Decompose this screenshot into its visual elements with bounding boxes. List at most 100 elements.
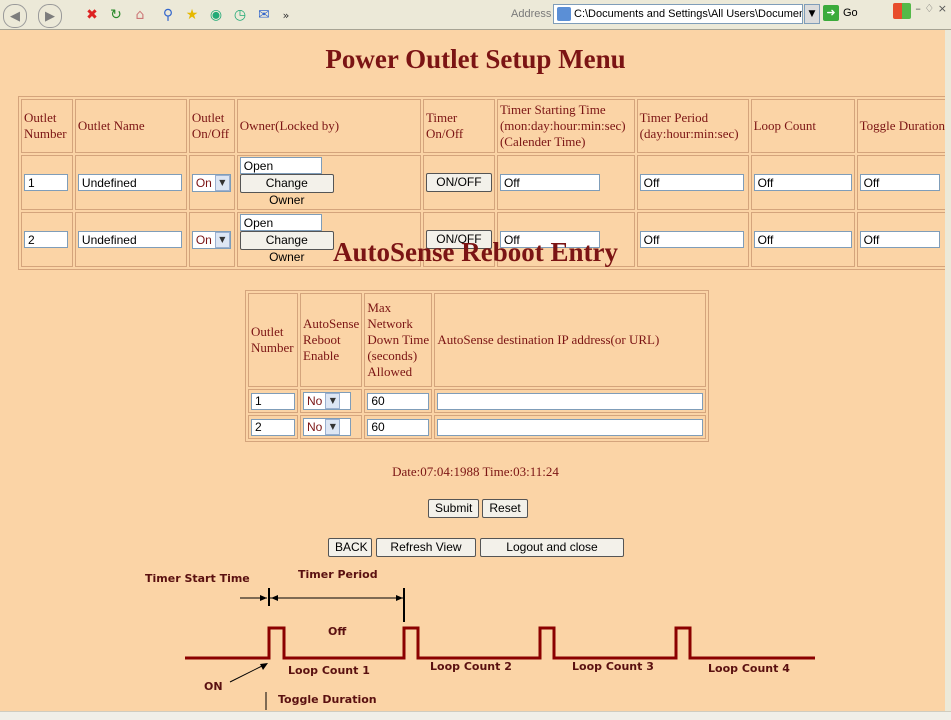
header-outlet-number: Outlet Number xyxy=(248,293,298,387)
outlet-onoff-select[interactable]: On ▼ xyxy=(191,173,231,192)
loop-count-1-label: Loop Count 1 xyxy=(288,664,370,677)
header-max-down-time: Max Network Down Time (seconds) Allowed xyxy=(364,293,433,387)
cell-toggle xyxy=(856,155,948,210)
max-down-time-field[interactable] xyxy=(367,392,430,410)
go-button[interactable]: ➜ Go xyxy=(823,5,858,21)
go-arrow-icon: ➜ xyxy=(823,5,839,21)
loop-count-field[interactable] xyxy=(753,174,852,191)
header-timer-start: Timer Starting Time (mon:day:hour:min:se… xyxy=(496,99,635,153)
media-icon[interactable]: ◉ xyxy=(206,5,226,25)
reset-button[interactable]: Reset xyxy=(482,499,528,518)
header-destination-ip: AutoSense destination IP address(or URL) xyxy=(434,293,707,387)
toolbar-chevron-icon[interactable]: » xyxy=(276,5,296,25)
cell-owner: Change Owner xyxy=(236,155,421,210)
favorites-star-icon[interactable]: ★ xyxy=(182,5,202,25)
cell-dest xyxy=(434,389,707,413)
owner-field[interactable] xyxy=(239,157,322,174)
back-button[interactable]: BACK xyxy=(328,538,372,557)
go-label: Go xyxy=(843,7,858,19)
chevron-down-icon: ▼ xyxy=(325,393,341,409)
on-arrow-line xyxy=(229,663,267,683)
form-buttons: Submit Reset xyxy=(428,499,528,518)
header-outlet-number: Outlet Number xyxy=(21,99,73,153)
autosense-enable-select[interactable]: No ▼ xyxy=(303,392,351,410)
refresh-icon[interactable]: ↻ xyxy=(106,5,126,25)
select-value: On xyxy=(195,175,212,190)
toggle-duration-label: Toggle Duration xyxy=(278,693,377,706)
table-row: No▼ xyxy=(248,415,707,439)
timer-period-label: Timer Period xyxy=(298,568,378,581)
timer-onoff-button[interactable]: ON/OFF xyxy=(425,173,492,192)
cell-timer: ON/OFF xyxy=(422,155,495,210)
header-owner: Owner(Locked by) xyxy=(236,99,421,153)
destination-ip-field[interactable] xyxy=(437,418,704,436)
cell-downtime xyxy=(364,389,433,413)
select-value: No xyxy=(307,420,323,434)
page-title: Power Outlet Setup Menu xyxy=(325,44,626,74)
address-dropdown-icon[interactable]: ▼ xyxy=(804,4,820,24)
header-outlet-name: Outlet Name xyxy=(74,99,187,153)
cell-downtime xyxy=(364,415,433,439)
autosense-enable-select[interactable]: No ▼ xyxy=(303,418,351,436)
autosense-title: AutoSense Reboot Entry xyxy=(332,237,618,267)
timer-start-field[interactable] xyxy=(499,174,600,191)
stop-icon[interactable]: ✖ xyxy=(82,5,102,25)
header-loop-count: Loop Count xyxy=(750,99,855,153)
owner-field[interactable] xyxy=(239,214,322,231)
outlet-name-field[interactable] xyxy=(77,174,182,191)
window-controls[interactable]: – ♢ × xyxy=(915,2,947,15)
loop-count-2-label: Loop Count 2 xyxy=(430,660,512,673)
header-timer-period: Timer Period (day:hour:min:sec) xyxy=(636,99,749,153)
outlet-number-field[interactable] xyxy=(24,174,68,191)
back-arrow-icon[interactable]: ◀ xyxy=(3,4,27,28)
max-down-time-field[interactable] xyxy=(367,418,430,436)
on-label: ON xyxy=(204,680,223,693)
change-owner-button[interactable]: Change Owner xyxy=(239,174,334,207)
table-header-row: Outlet Number Outlet Name Outlet On/Off … xyxy=(21,99,948,153)
page-icon xyxy=(557,7,571,21)
cell-name xyxy=(74,155,187,210)
forward-arrow-icon[interactable]: ▶ xyxy=(38,4,62,28)
logout-button[interactable]: Logout and close xyxy=(480,538,624,557)
outlet-number-field[interactable] xyxy=(251,392,295,410)
table-row: On▼ Change Owner ON/OFF xyxy=(21,155,948,210)
home-icon[interactable]: ⌂ xyxy=(130,5,150,25)
cell-enable: No ▼ xyxy=(300,389,363,413)
loop-count-4-label: Loop Count 4 xyxy=(708,662,790,675)
table-header-row: Outlet Number AutoSense Reboot Enable Ma… xyxy=(248,293,707,387)
chevron-down-icon: ▼ xyxy=(325,419,341,435)
header-outlet-onoff: Outlet On/Off xyxy=(188,99,235,153)
timer-start-label: Timer Start Time xyxy=(145,572,250,585)
header-timer-onoff: Timer On/Off xyxy=(422,99,495,153)
datetime-text: Date:07:04:1988 Time:03:11:24 xyxy=(392,464,559,479)
period-arrow-head-left xyxy=(271,595,278,601)
mail-icon[interactable]: ✉ xyxy=(254,5,274,25)
cell-number xyxy=(21,155,73,210)
cell-dest xyxy=(434,415,707,439)
submit-button[interactable]: Submit xyxy=(428,499,480,518)
select-value: No xyxy=(307,394,323,408)
outlet-number-field[interactable] xyxy=(251,418,295,436)
toggle-duration-field[interactable] xyxy=(859,174,940,191)
cell-enable: No ▼ xyxy=(300,415,363,439)
cell-loop xyxy=(750,155,855,210)
vertical-scrollbar[interactable] xyxy=(945,30,951,711)
timer-period-field[interactable] xyxy=(639,174,744,191)
pulse-waveform xyxy=(185,626,815,660)
autosense-table: Outlet Number AutoSense Reboot Enable Ma… xyxy=(245,290,710,442)
header-autosense-enable: AutoSense Reboot Enable xyxy=(300,293,363,387)
search-icon[interactable]: ⚲ xyxy=(158,5,178,25)
off-label: Off xyxy=(328,625,346,638)
address-label: Address xyxy=(511,8,552,20)
cell-onoff: On ▼ xyxy=(188,155,235,210)
cell-number xyxy=(248,389,298,413)
destination-ip-field[interactable] xyxy=(437,392,704,410)
address-input[interactable]: C:\Documents and Settings\All Users\Docu… xyxy=(553,4,803,24)
nav-buttons: BACK Refresh View Logout and close xyxy=(328,538,624,557)
cell-number xyxy=(248,415,298,439)
loop-count-3-label: Loop Count 3 xyxy=(572,660,654,673)
chevron-down-icon: ▼ xyxy=(214,174,230,191)
refresh-view-button[interactable]: Refresh View xyxy=(376,538,476,557)
start-arrow-head xyxy=(260,595,267,601)
history-icon[interactable]: ◷ xyxy=(230,5,250,25)
